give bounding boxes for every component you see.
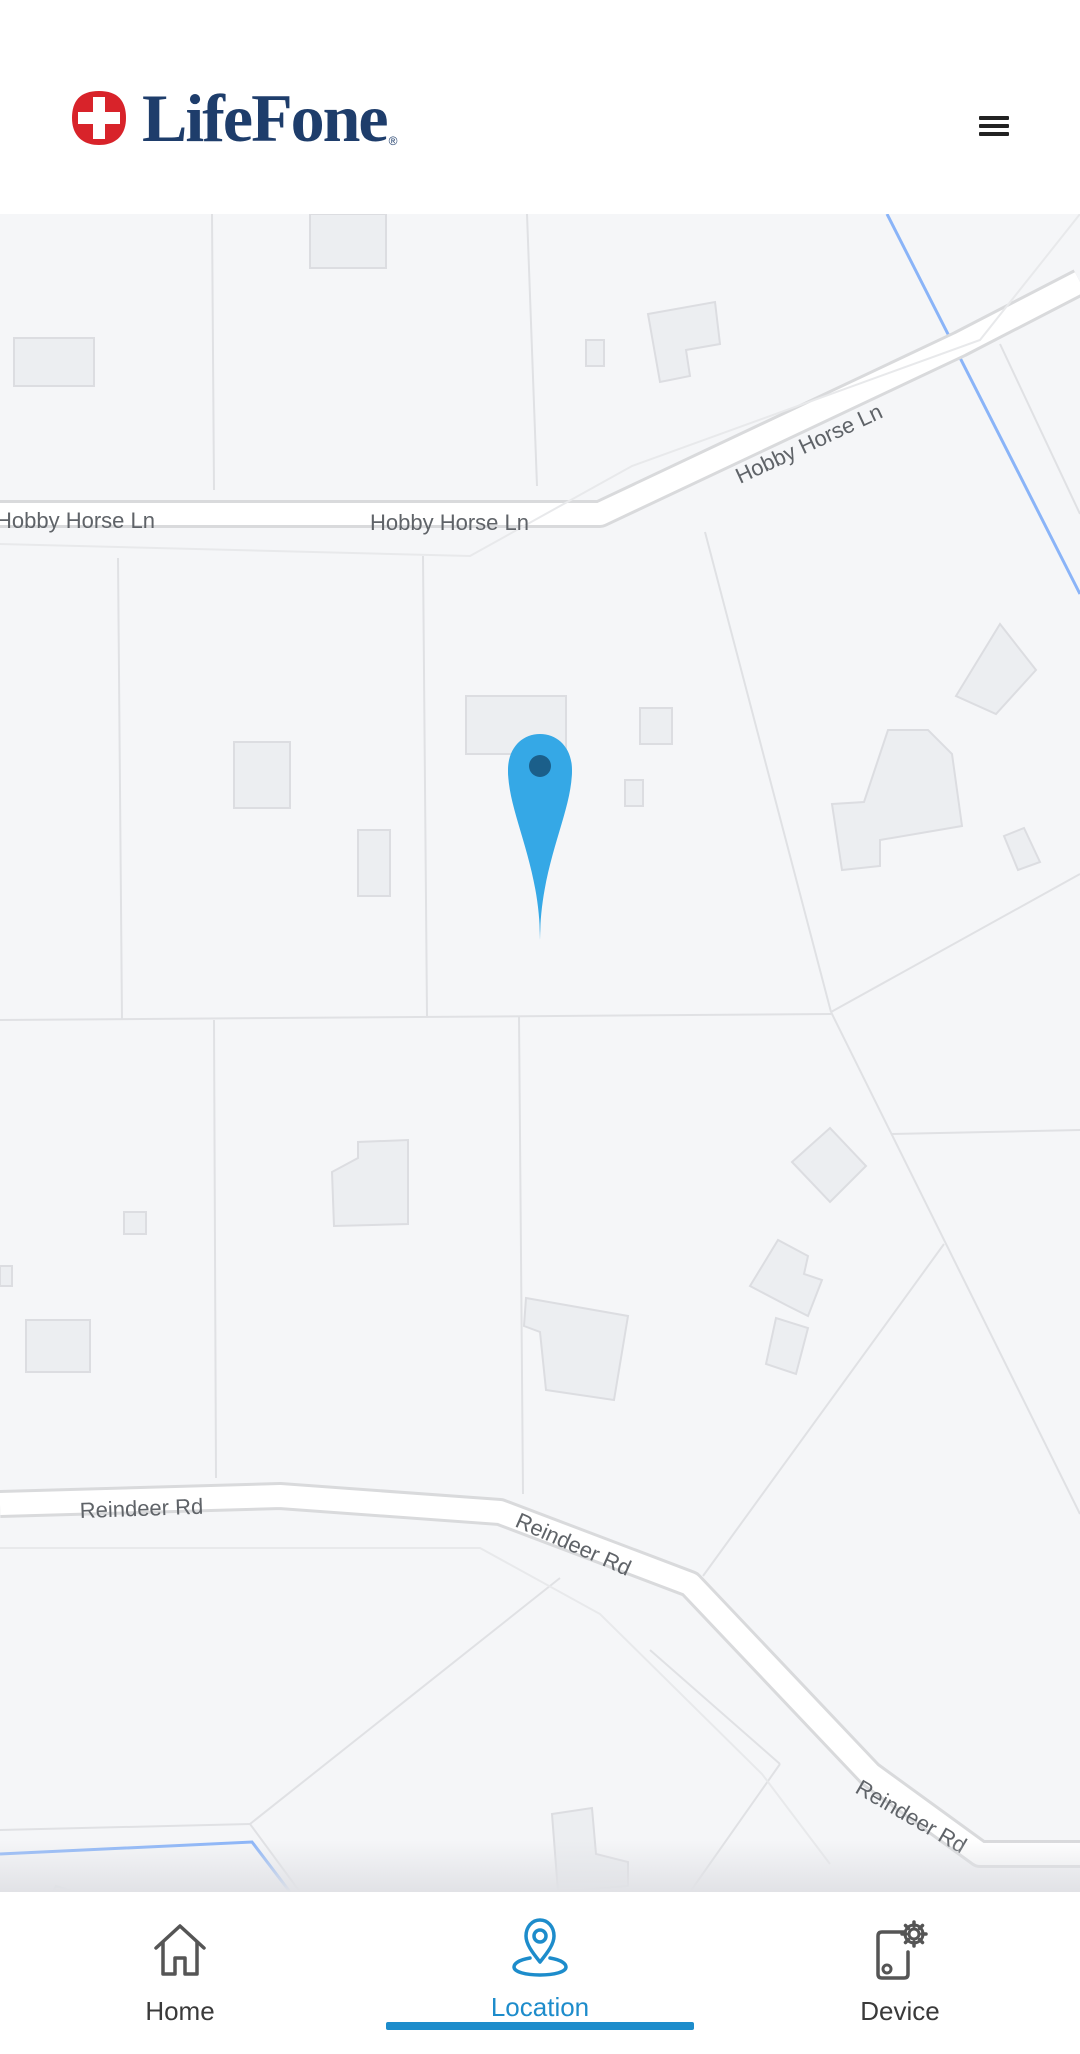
map-view[interactable]: Hobby Horse Ln Hobby Horse Ln Hobby Hors… bbox=[0, 214, 1080, 1892]
tab-location-label: Location bbox=[490, 1992, 590, 2022]
medical-cross-logo-icon bbox=[72, 91, 126, 145]
tab-device-label: Device bbox=[860, 1996, 940, 2026]
location-icon bbox=[512, 1918, 568, 1977]
registered-mark: ® bbox=[388, 134, 398, 148]
tab-home[interactable]: Home bbox=[30, 1892, 330, 2054]
bottom-tab-bar: Home Location Device bbox=[0, 1892, 1080, 2054]
active-tab-indicator bbox=[386, 2022, 694, 2030]
app-header: LifeFone ® bbox=[0, 0, 1080, 214]
home-icon bbox=[154, 1924, 206, 1976]
road-label-reindeer-rd: Reindeer Rd bbox=[79, 1494, 203, 1523]
logo-wordmark: LifeFone bbox=[142, 80, 389, 156]
location-pin-icon[interactable] bbox=[508, 734, 572, 940]
lifefone-logo: LifeFone ® bbox=[68, 78, 397, 158]
tab-home-label: Home bbox=[145, 1996, 215, 2026]
map-bottom-fade bbox=[0, 1840, 1080, 1892]
road-label-hobby-horse-ln: Hobby Horse Ln bbox=[370, 510, 529, 535]
tab-device[interactable]: Device bbox=[750, 1892, 1050, 2054]
map-canvas[interactable]: Hobby Horse Ln Hobby Horse Ln Hobby Hors… bbox=[0, 214, 1080, 1892]
hamburger-menu-icon[interactable] bbox=[972, 112, 1016, 152]
road-label-hobby-horse-ln: Hobby Horse Ln bbox=[0, 508, 155, 533]
device-settings-icon bbox=[876, 1920, 928, 1980]
